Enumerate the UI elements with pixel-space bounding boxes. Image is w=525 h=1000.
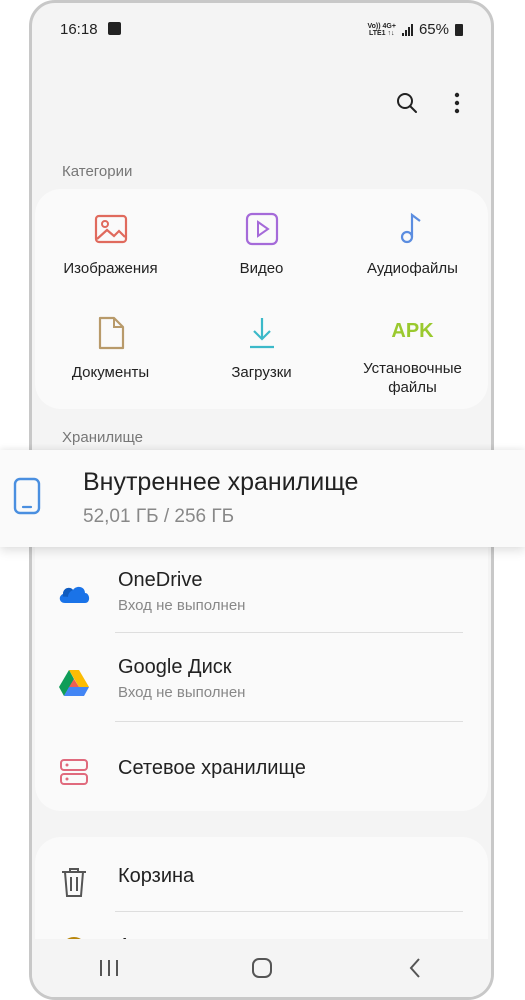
battery-percent: 65% xyxy=(418,21,449,38)
trash-row[interactable]: Корзина xyxy=(35,837,488,926)
status-bar: 16:18 Vo)) 4G+ LTE1 ↑↓ 65% xyxy=(32,3,491,58)
trash-icon xyxy=(57,865,91,899)
category-audio[interactable]: Аудиофайлы xyxy=(337,189,488,293)
home-icon[interactable] xyxy=(242,953,282,983)
recents-icon[interactable] xyxy=(89,953,129,983)
storage-network[interactable]: Сетевое хранилище xyxy=(35,727,488,816)
categories-card: Изображения Видео Аудиофайлы Документы З… xyxy=(35,189,488,409)
status-indicators: Vo)) 4G+ LTE1 ↑↓ 65% xyxy=(367,21,463,38)
notification-check-icon xyxy=(108,22,121,35)
document-icon xyxy=(91,313,131,353)
google-drive-icon xyxy=(57,666,91,700)
category-downloads[interactable]: Загрузки xyxy=(186,293,337,397)
category-apk[interactable]: APK Установочные файлы xyxy=(337,293,488,397)
more-vert-icon[interactable] xyxy=(445,91,469,115)
image-icon xyxy=(91,209,131,249)
music-icon xyxy=(393,209,433,249)
divider xyxy=(115,721,463,722)
download-icon xyxy=(242,313,282,353)
category-documents[interactable]: Документы xyxy=(35,293,186,397)
internal-storage-usage: 52,01 ГБ / 256 ГБ xyxy=(83,506,235,527)
category-images[interactable]: Изображения xyxy=(35,189,186,293)
divider xyxy=(115,632,463,633)
signal-icon xyxy=(401,23,413,36)
storage-google-drive[interactable]: Google Диск Вход не выполнен xyxy=(35,638,488,727)
status-time: 16:18 xyxy=(60,21,98,38)
storage-title: Хранилище xyxy=(62,429,143,446)
search-icon[interactable] xyxy=(395,91,419,115)
category-video[interactable]: Видео xyxy=(186,189,337,293)
back-icon[interactable] xyxy=(395,953,435,983)
toolbar xyxy=(395,91,469,115)
navigation-bar xyxy=(32,939,491,997)
divider xyxy=(115,911,463,912)
storage-onedrive[interactable]: OneDrive Вход не выполнен xyxy=(35,549,488,638)
network-indicator: Vo)) 4G+ LTE1 ↑↓ xyxy=(367,22,396,37)
onedrive-icon xyxy=(57,577,91,611)
battery-icon xyxy=(455,23,463,36)
video-icon xyxy=(242,209,282,249)
storage-internal[interactable]: Внутреннее хранилище 52,01 ГБ / 256 ГБ xyxy=(0,450,525,547)
internal-storage-title: Внутреннее хранилище xyxy=(83,468,359,496)
categories-title: Категории xyxy=(62,163,133,180)
network-storage-icon xyxy=(57,755,91,789)
apk-icon: APK xyxy=(391,319,434,342)
phone-icon xyxy=(12,476,42,521)
